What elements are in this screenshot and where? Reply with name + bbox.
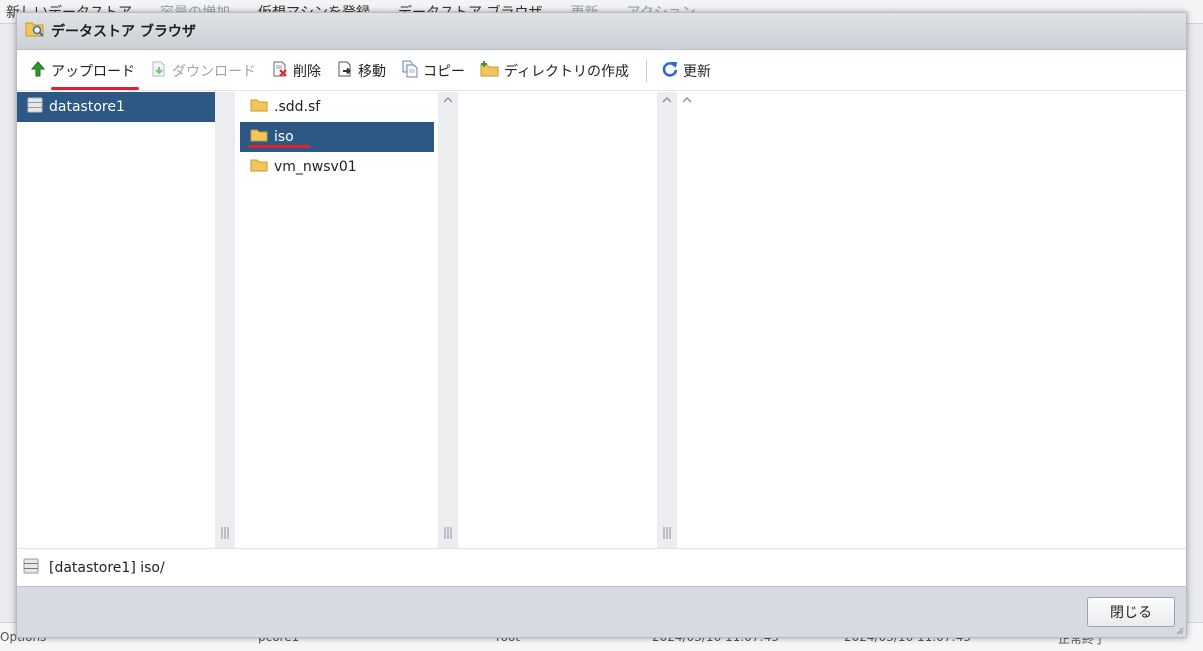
details-pane <box>677 92 1186 548</box>
pane-splitter[interactable] <box>657 92 677 548</box>
dialog-titlebar: データストア ブラウザ <box>17 13 1186 50</box>
list-item-folder-iso[interactable]: iso <box>240 122 434 152</box>
refresh-icon <box>661 60 683 82</box>
chevron-up-icon <box>443 97 453 103</box>
copy-icon <box>401 60 423 82</box>
datastore-label: datastore1 <box>49 99 125 115</box>
copy-label: コピー <box>423 63 465 80</box>
folder-label: .sdd.sf <box>274 99 321 115</box>
folder-icon <box>250 98 274 116</box>
annotation-underline <box>248 145 310 148</box>
list-item-folder[interactable]: .sdd.sf <box>240 92 434 122</box>
dialog-footer: 閉じる <box>17 586 1186 637</box>
copy-button[interactable]: コピー <box>401 60 465 82</box>
folder-list: .sdd.sf iso vm_nwsv01 <box>236 92 438 548</box>
download-icon <box>150 60 172 82</box>
toolbar-separator <box>646 59 648 82</box>
folder-search-icon <box>25 20 45 42</box>
move-label: 移動 <box>358 63 386 80</box>
refresh-button[interactable]: 更新 <box>661 60 711 82</box>
delete-button[interactable]: 削除 <box>271 60 321 82</box>
refresh-label: 更新 <box>683 63 712 80</box>
datastore-icon <box>23 558 39 578</box>
file-list <box>458 92 656 548</box>
datastore-icon <box>27 97 49 117</box>
upload-button[interactable]: アップロード <box>29 60 139 90</box>
new-folder-icon <box>480 60 504 82</box>
pane-splitter[interactable] <box>215 92 235 548</box>
chevron-up-icon <box>682 97 692 103</box>
chevron-up-icon <box>662 97 672 103</box>
create-directory-label: ディレクトリの作成 <box>504 63 630 80</box>
delete-label: 削除 <box>293 63 321 80</box>
move-button[interactable]: 移動 <box>336 60 386 82</box>
upload-label: アップロード <box>51 63 135 80</box>
resize-grip-icon[interactable] <box>1174 625 1184 635</box>
download-button[interactable]: ダウンロード <box>150 60 256 82</box>
folder-label: iso <box>274 129 294 145</box>
dialog-title: データストア ブラウザ <box>51 24 196 40</box>
datastore-list: datastore1 <box>17 92 215 548</box>
create-directory-button[interactable]: ディレクトリの作成 <box>480 60 629 82</box>
move-icon <box>336 60 358 82</box>
annotation-underline <box>51 86 139 90</box>
grip-icon <box>221 527 229 539</box>
folder-icon <box>250 128 274 146</box>
download-label: ダウンロード <box>172 63 256 80</box>
folder-icon <box>250 158 274 176</box>
dialog-toolbar: アップロード ダウンロード 削除 移動 コピー ディレクトリの作成 更新 <box>17 51 1186 91</box>
browser-panes: datastore1 .sdd.sf iso vm_nwsv01 <box>17 92 1186 548</box>
grip-icon <box>663 527 671 539</box>
list-item-folder[interactable]: vm_nwsv01 <box>240 152 434 182</box>
list-item-datastore1[interactable]: datastore1 <box>17 92 215 122</box>
pane-splitter[interactable] <box>438 92 458 548</box>
path-bar: [datastore1] iso/ <box>17 548 1186 586</box>
upload-arrow-icon <box>29 60 51 82</box>
datastore-browser-dialog: データストア ブラウザ アップロード ダウンロード 削除 移動 コピー ディレク… <box>16 12 1187 638</box>
close-button[interactable]: 閉じる <box>1087 597 1175 627</box>
folder-label: vm_nwsv01 <box>274 159 357 175</box>
current-path: [datastore1] iso/ <box>49 559 165 576</box>
grip-icon <box>444 527 452 539</box>
delete-icon <box>271 60 293 82</box>
